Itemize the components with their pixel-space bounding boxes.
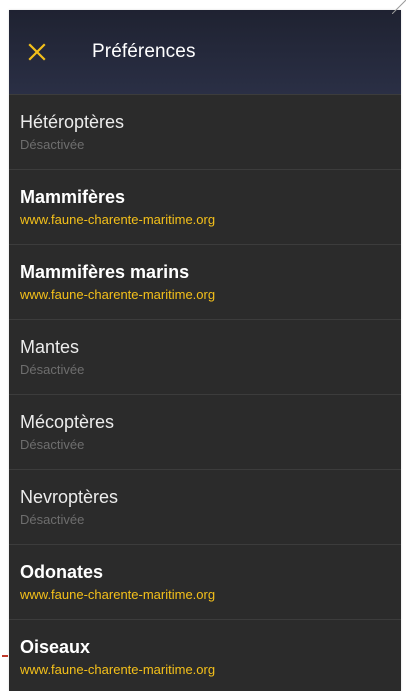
item-title: Nevroptères	[20, 486, 119, 507]
item-site: www.faune-charente-maritime.org	[20, 586, 216, 602]
list-item-mammiferes-marins[interactable]: Mammifères marins www.faune-charente-mar…	[9, 245, 401, 320]
list-item-nevropteres[interactable]: Nevroptères Désactivée	[9, 470, 401, 545]
corner-decoration	[392, 0, 406, 14]
item-status: Désactivée	[20, 361, 85, 377]
item-site: www.faune-charente-maritime.org	[20, 286, 216, 302]
item-title: Hétéroptères	[20, 111, 125, 132]
edge-marker	[2, 655, 8, 657]
item-site: www.faune-charente-maritime.org	[20, 661, 216, 677]
item-status: Désactivée	[20, 136, 85, 152]
list-item-mecopteres[interactable]: Mécoptères Désactivée	[9, 395, 401, 470]
app-bar: Préférences	[9, 10, 401, 94]
item-status: Désactivée	[20, 436, 85, 452]
item-site: www.faune-charente-maritime.org	[20, 211, 216, 227]
item-title: Odonates	[20, 561, 104, 582]
page-title: Préférences	[92, 41, 196, 62]
list-item-oiseaux[interactable]: Oiseaux www.faune-charente-maritime.org	[9, 620, 401, 691]
item-title: Mécoptères	[20, 411, 115, 432]
close-icon	[28, 43, 46, 61]
list-item-mammiferes[interactable]: Mammifères www.faune-charente-maritime.o…	[9, 170, 401, 245]
item-status: Désactivée	[20, 511, 85, 527]
list-item-heteropteres[interactable]: Hétéroptères Désactivée	[9, 94, 401, 170]
item-title: Mantes	[20, 336, 80, 357]
list-item-mantes[interactable]: Mantes Désactivée	[9, 320, 401, 395]
preferences-list: Hétéroptères Désactivée Mammifères www.f…	[9, 94, 401, 691]
item-title: Oiseaux	[20, 636, 91, 657]
close-button[interactable]	[9, 10, 67, 94]
item-title: Mammifères marins	[20, 261, 190, 282]
item-title: Mammifères	[20, 186, 126, 207]
list-item-odonates[interactable]: Odonates www.faune-charente-maritime.org	[9, 545, 401, 620]
phone-screen: Préférences Hétéroptères Désactivée Mamm…	[9, 10, 401, 691]
